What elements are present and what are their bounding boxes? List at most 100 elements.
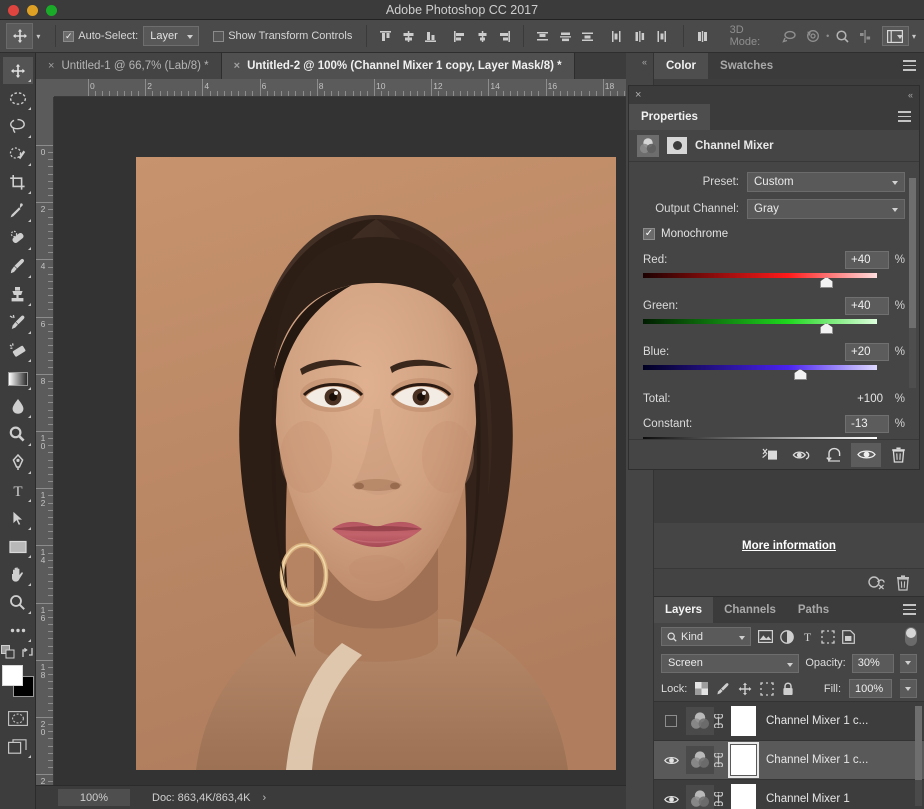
- quick-selection-tool[interactable]: [3, 141, 33, 168]
- filter-shape-icon[interactable]: [821, 630, 835, 644]
- red-slider[interactable]: [643, 273, 905, 289]
- green-value-field[interactable]: +40: [845, 297, 889, 315]
- align-right-edges-button[interactable]: [494, 24, 517, 48]
- reset-adjustment-button[interactable]: [819, 443, 849, 467]
- filter-pixel-icon[interactable]: [758, 630, 773, 643]
- hand-tool[interactable]: [3, 561, 33, 588]
- lock-artboard-nesting-icon[interactable]: [760, 682, 774, 696]
- align-top-edges-button[interactable]: [374, 24, 397, 48]
- edit-toolbar-tool[interactable]: [3, 617, 33, 644]
- expand-panels-icon[interactable]: «: [642, 57, 647, 67]
- rectangular-marquee-tool[interactable]: [3, 85, 33, 112]
- link-mask-icon[interactable]: [714, 753, 730, 767]
- auto-select-scope-dropdown[interactable]: Layer: [143, 26, 199, 46]
- ruler-origin-corner[interactable]: [36, 79, 54, 97]
- layer-mask-thumbnail[interactable]: [731, 745, 756, 775]
- workspace-chevron-icon[interactable]: ▾: [912, 32, 916, 41]
- status-menu-arrow-icon[interactable]: ›: [262, 792, 266, 804]
- blue-slider-knob[interactable]: [794, 369, 807, 380]
- distribute-vertical-centers-button[interactable]: [554, 24, 577, 48]
- vertical-ruler[interactable]: 0246810121416182022: [36, 97, 54, 785]
- close-icon[interactable]: ×: [635, 89, 641, 101]
- layers-scrollbar[interactable]: [915, 706, 922, 806]
- monochrome-checkbox[interactable]: ✓: [643, 228, 655, 240]
- align-horizontal-centers-button[interactable]: [471, 24, 494, 48]
- crop-tool[interactable]: [3, 169, 33, 196]
- brush-tool[interactable]: [3, 253, 33, 280]
- layers-panel-menu-icon[interactable]: [903, 604, 916, 618]
- swap-colors-icon[interactable]: [21, 646, 34, 659]
- channel-mixer-icon[interactable]: [686, 746, 714, 774]
- filter-adjustment-icon[interactable]: [780, 630, 794, 644]
- green-slider[interactable]: [643, 319, 905, 335]
- type-tool[interactable]: T: [3, 477, 33, 504]
- properties-scrollbar[interactable]: [909, 178, 916, 388]
- layer-visibility-toggle[interactable]: [658, 755, 684, 766]
- workspace-switcher-icon[interactable]: [882, 26, 909, 46]
- clip-to-layer-off-icon[interactable]: [867, 575, 886, 590]
- zoom-level-field[interactable]: 100%: [58, 789, 130, 806]
- eraser-tool[interactable]: [3, 337, 33, 364]
- document-tab-untitled-2[interactable]: × Untitled-2 @ 100% (Channel Mixer 1 cop…: [222, 53, 575, 79]
- filter-enable-toggle[interactable]: [905, 627, 917, 646]
- color-panel-menu-icon[interactable]: [903, 60, 916, 74]
- pen-tool[interactable]: [3, 449, 33, 476]
- dodge-tool[interactable]: [3, 421, 33, 448]
- tab-swatches[interactable]: Swatches: [708, 53, 785, 79]
- lasso-tool[interactable]: [3, 113, 33, 140]
- spot-healing-brush-tool[interactable]: [3, 225, 33, 252]
- red-slider-knob[interactable]: [820, 277, 833, 288]
- distribute-left-edges-button[interactable]: [605, 24, 628, 48]
- gradient-tool[interactable]: [3, 365, 33, 392]
- properties-title-bar[interactable]: × «: [629, 86, 919, 104]
- output-channel-dropdown[interactable]: Gray: [747, 199, 905, 219]
- layer-filter-kind-dropdown[interactable]: Kind: [661, 627, 751, 646]
- distribute-right-edges-button[interactable]: [650, 24, 673, 48]
- document-tab-untitled-1[interactable]: × Untitled-1 @ 66,7% (Lab/8) *: [36, 53, 222, 79]
- link-mask-icon[interactable]: [714, 792, 730, 806]
- fill-stepper[interactable]: [900, 679, 917, 698]
- distribute-bottom-edges-button[interactable]: [576, 24, 599, 48]
- layer-mask-thumbnail[interactable]: [667, 137, 687, 154]
- clone-stamp-tool[interactable]: [3, 281, 33, 308]
- distribute-top-edges-button[interactable]: [531, 24, 554, 48]
- close-tab-icon[interactable]: ×: [48, 60, 54, 72]
- color-swatches[interactable]: [2, 665, 34, 699]
- delete-adjustment-layer-button[interactable]: [883, 443, 913, 467]
- blue-slider[interactable]: [643, 365, 905, 381]
- zoom-tool[interactable]: [3, 589, 33, 616]
- orbit-3d-icon[interactable]: [779, 24, 802, 48]
- move-tool-icon[interactable]: [6, 23, 33, 49]
- clip-to-layer-button[interactable]: [755, 443, 785, 467]
- constant-value-field[interactable]: -13: [845, 415, 889, 433]
- layer-visibility-toggle[interactable]: [658, 715, 684, 727]
- toggle-layer-visibility-button[interactable]: [851, 443, 881, 467]
- close-tab-icon[interactable]: ×: [234, 60, 240, 72]
- auto-select-checkbox[interactable]: ✓: [63, 31, 74, 42]
- layer-visibility-toggle[interactable]: [658, 794, 684, 805]
- view-previous-state-button[interactable]: [787, 443, 817, 467]
- preset-dropdown[interactable]: Custom: [747, 172, 905, 192]
- move-tool[interactable]: [3, 57, 33, 84]
- properties-panel-menu-icon[interactable]: [898, 111, 911, 125]
- lock-all-icon[interactable]: [782, 682, 794, 696]
- green-slider-knob[interactable]: [820, 323, 833, 334]
- blend-mode-dropdown[interactable]: Screen: [661, 654, 799, 673]
- collapse-panel-icon[interactable]: «: [908, 90, 913, 100]
- show-transform-checkbox[interactable]: [213, 31, 224, 42]
- rectangle-tool[interactable]: [3, 533, 33, 560]
- align-vertical-centers-button[interactable]: [397, 24, 420, 48]
- table-row[interactable]: Channel Mixer 1 c...: [654, 741, 924, 780]
- eyedropper-tool[interactable]: [3, 197, 33, 224]
- fill-value[interactable]: 100%: [849, 679, 892, 698]
- quick-mask-icon[interactable]: [3, 705, 33, 732]
- more-information-link[interactable]: More information: [742, 540, 836, 552]
- horizontal-ruler[interactable]: 024681012141618: [36, 79, 626, 97]
- foreground-color-swatch[interactable]: [2, 665, 23, 686]
- blur-tool[interactable]: [3, 393, 33, 420]
- align-left-edges-button[interactable]: [448, 24, 471, 48]
- distribute-horizontal-centers-button[interactable]: [628, 24, 651, 48]
- channel-mixer-icon[interactable]: [686, 785, 714, 809]
- channel-mixer-icon[interactable]: [686, 707, 714, 735]
- filter-type-icon[interactable]: T: [801, 630, 814, 643]
